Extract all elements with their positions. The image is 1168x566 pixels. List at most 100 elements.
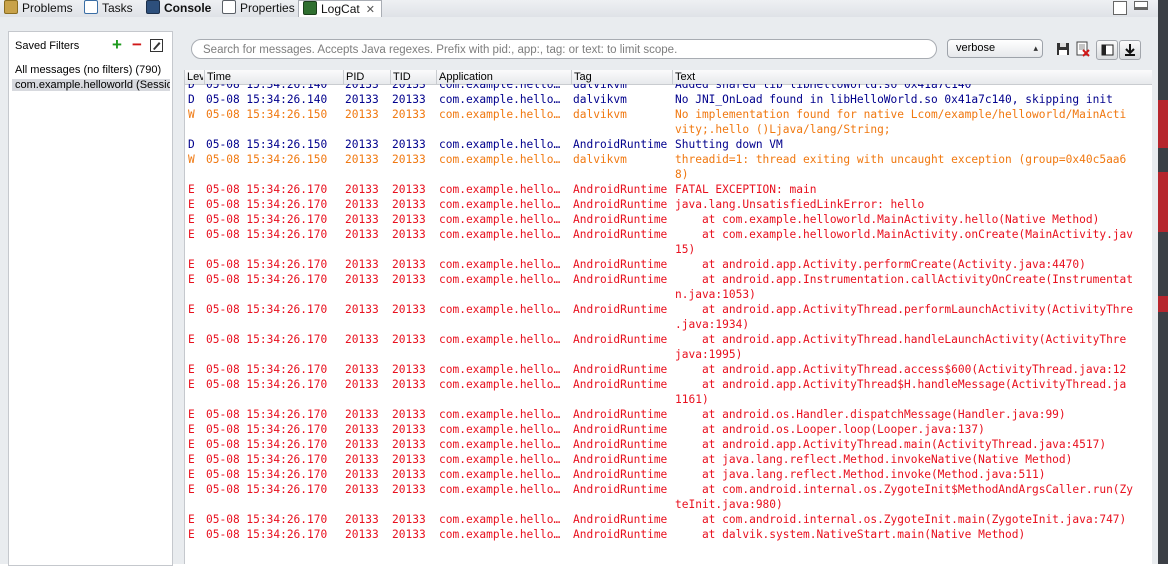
log-row-continuation[interactable]: java:1995) [185, 347, 1152, 362]
log-row[interactable]: E 05-08 15:34:26.170 20133 20133 com.example… [185, 362, 1152, 377]
filter-all-messages[interactable]: All messages (no filters) (790) [15, 64, 170, 76]
close-tab-icon[interactable]: ✕ [366, 4, 375, 16]
log-row-continuation[interactable]: 1161) [185, 392, 1152, 407]
log-row[interactable]: E 05-08 15:34:26.170 20133 20133 com.example… [185, 407, 1152, 422]
log-row-continuation[interactable]: .java:1934) [185, 317, 1152, 332]
column-header-text[interactable]: Text [672, 70, 1152, 84]
tab-problems[interactable]: Problems [4, 0, 73, 17]
log-tag-cell: AndroidRuntime [573, 183, 668, 196]
log-row[interactable]: E 05-08 15:34:26.170 20133 20133 com.example… [185, 467, 1152, 482]
log-row-continuation[interactable]: n.java:1053) [185, 287, 1152, 302]
log-text-cell: java:1995) [675, 348, 743, 361]
log-pid-cell: 20133 [345, 438, 379, 451]
log-level-cell: E [188, 198, 195, 211]
log-table-header: Level Time PID TID Application Tag Text [185, 70, 1152, 85]
log-row[interactable]: E 05-08 15:34:26.170 20133 20133 com.example… [185, 452, 1152, 467]
log-row[interactable]: E 05-08 15:34:26.170 20133 20133 com.example… [185, 302, 1152, 317]
log-pid-cell: 20133 [345, 468, 379, 481]
column-header-tag[interactable]: Tag [571, 70, 672, 84]
scroll-lock-button[interactable] [1119, 40, 1141, 60]
log-row[interactable]: E 05-08 15:34:26.170 20133 20133 com.example… [185, 197, 1152, 212]
log-tid-cell: 20133 [392, 333, 426, 346]
save-log-button[interactable] [1055, 41, 1071, 57]
log-table[interactable]: Level Time PID TID Application Tag Text … [184, 70, 1152, 564]
log-row[interactable]: E 05-08 15:34:26.170 20133 20133 com.example… [185, 482, 1152, 497]
log-level-value: verbose [956, 42, 996, 54]
filter-session[interactable]: com.example.helloworld (Session Filter) [12, 79, 170, 91]
log-row[interactable]: E 05-08 15:34:26.170 20133 20133 com.example… [185, 212, 1152, 227]
clear-log-icon [1076, 41, 1090, 57]
add-filter-icon[interactable]: + [110, 36, 124, 53]
tab-properties[interactable]: Properties [222, 0, 295, 17]
log-row-continuation[interactable]: 8) [185, 167, 1152, 182]
column-header-application[interactable]: Application [436, 70, 571, 84]
log-text-cell: 1161) [675, 393, 709, 406]
edit-filter-icon[interactable] [150, 39, 163, 52]
log-tid-cell: 20133 [392, 273, 426, 286]
log-level-cell: E [188, 273, 195, 286]
log-app-cell: com.example.hello… [439, 453, 561, 466]
log-row[interactable]: E 05-08 15:34:26.170 20133 20133 com.example… [185, 182, 1152, 197]
log-pid-cell: 20133 [345, 378, 379, 391]
log-row[interactable]: W 05-08 15:34:26.150 20133 20133 com.example… [185, 107, 1152, 122]
log-time-cell: 05-08 15:34:26.170 [206, 453, 328, 466]
log-tag-cell: AndroidRuntime [573, 228, 668, 241]
tab-logcat[interactable]: LogCat ✕ [298, 0, 382, 18]
log-row[interactable]: E 05-08 15:34:26.170 20133 20133 com.example… [185, 437, 1152, 452]
log-app-cell: com.example.hello… [439, 273, 561, 286]
problems-icon [4, 0, 18, 14]
log-row[interactable]: E 05-08 15:34:26.170 20133 20133 com.example… [185, 272, 1152, 287]
log-level-cell: E [188, 408, 195, 421]
log-row[interactable]: E 05-08 15:34:26.170 20133 20133 com.example… [185, 257, 1152, 272]
column-header-tid[interactable]: TID [390, 70, 437, 84]
log-text-cell: Shutting down VM [675, 138, 783, 151]
log-level-cell: E [188, 303, 195, 316]
log-time-cell: 05-08 15:34:26.170 [206, 528, 328, 541]
log-row[interactable]: E 05-08 15:34:26.170 20133 20133 com.example… [185, 227, 1152, 242]
log-text-cell: .java:1934) [675, 318, 750, 331]
panel-layout-icon [1101, 44, 1114, 56]
log-text-cell: at com.android.internal.os.ZygoteInit$Me… [675, 483, 1134, 496]
minimize-view-button[interactable] [1113, 1, 1127, 15]
log-tid-cell: 20133 [392, 423, 426, 436]
maximize-view-button[interactable] [1134, 1, 1148, 10]
log-time-cell: 05-08 15:34:26.150 [206, 138, 328, 151]
log-row[interactable]: E 05-08 15:34:26.170 20133 20133 com.example… [185, 527, 1152, 542]
log-row-continuation[interactable]: teInit.java:980) [185, 497, 1152, 512]
tab-console[interactable]: Console [146, 0, 211, 17]
column-header-time[interactable]: Time [204, 70, 343, 84]
log-app-cell: com.example.hello… [439, 468, 561, 481]
log-level-select[interactable]: verbose ▴ [947, 39, 1043, 58]
log-text-cell: at java.lang.reflect.Method.invokeNative… [675, 453, 1073, 466]
log-row[interactable]: E 05-08 15:34:26.170 20133 20133 com.example… [185, 332, 1152, 347]
log-row[interactable]: W 05-08 15:34:26.150 20133 20133 com.example… [185, 152, 1152, 167]
remove-filter-icon[interactable]: − [130, 36, 144, 53]
log-level-cell: E [188, 378, 195, 391]
column-header-pid[interactable]: PID [343, 70, 390, 84]
log-tag-cell: AndroidRuntime [573, 303, 668, 316]
log-tag-cell: AndroidRuntime [573, 408, 668, 421]
log-text-cell: at android.os.Handler.dispatchMessage(Ha… [675, 408, 1066, 421]
log-pid-cell: 20133 [345, 213, 379, 226]
log-pid-cell: 20133 [345, 333, 379, 346]
log-row[interactable]: E 05-08 15:34:26.170 20133 20133 com.example… [185, 422, 1152, 437]
toggle-filters-panel-button[interactable] [1096, 40, 1118, 60]
log-row[interactable]: D 05-08 15:34:26.140 20133 20133 com.example… [185, 92, 1152, 107]
log-tag-cell: dalvikvm [573, 153, 627, 166]
tab-tasks[interactable]: Tasks [84, 0, 133, 17]
search-input[interactable] [201, 41, 925, 58]
log-tid-cell: 20133 [392, 153, 426, 166]
log-row[interactable]: E 05-08 15:34:26.170 20133 20133 com.example… [185, 512, 1152, 527]
tab-problems-label: Problems [22, 1, 73, 15]
log-row[interactable]: E 05-08 15:34:26.170 20133 20133 com.example… [185, 377, 1152, 392]
view-tab-bar: Problems Tasks Console Properties LogCat… [0, 0, 1158, 18]
log-row-continuation[interactable]: vity;.hello ()Ljava/lang/String; [185, 122, 1152, 137]
column-header-level[interactable]: Level [185, 70, 203, 84]
log-row[interactable]: D 05-08 15:34:26.150 20133 20133 com.example… [185, 137, 1152, 152]
log-tag-cell: AndroidRuntime [573, 453, 668, 466]
clear-log-button[interactable] [1075, 41, 1091, 57]
log-text-cell: at android.app.ActivityThread.handleLaun… [675, 333, 1127, 346]
log-tag-cell: dalvikvm [573, 108, 627, 121]
search-field[interactable] [191, 39, 937, 59]
log-row-continuation[interactable]: 15) [185, 242, 1152, 257]
